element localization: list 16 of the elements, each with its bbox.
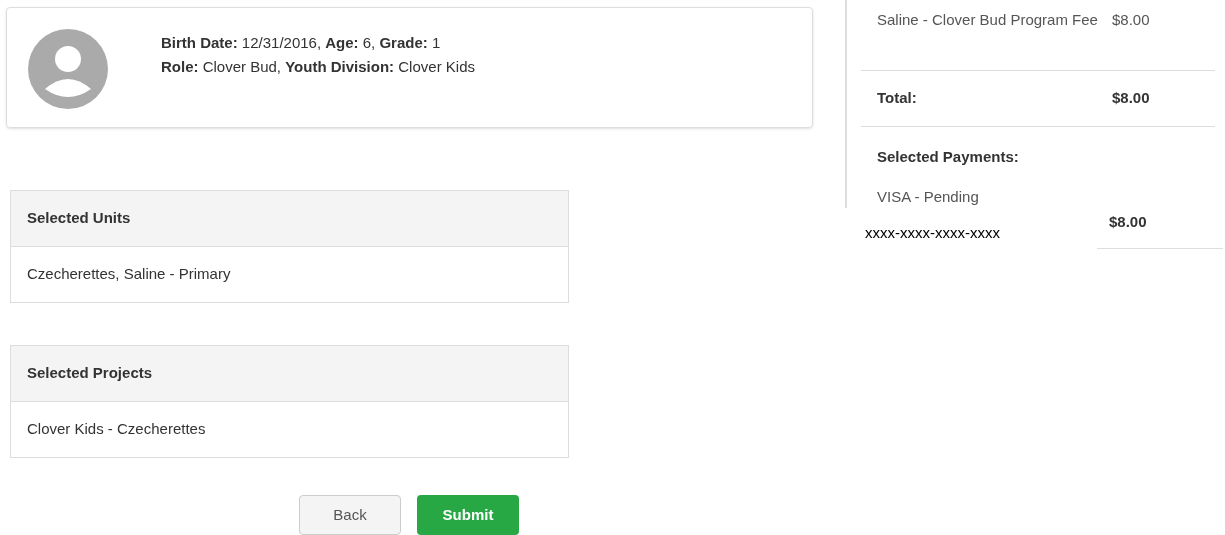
payments-heading: Selected Payments: xyxy=(876,147,1020,167)
back-button[interactable]: Back xyxy=(299,495,401,535)
card-number: xxxx-xxxx-xxxx-xxxx xyxy=(864,223,1001,243)
payment-method: VISA - Pending xyxy=(876,186,980,207)
avatar-icon xyxy=(28,29,108,109)
section-header: Selected Units xyxy=(11,191,568,247)
payment-amount: $8.00 xyxy=(1097,208,1223,249)
total-label: Total: xyxy=(877,88,918,109)
section-body: Czecherettes, Saline - Primary xyxy=(26,264,232,285)
section-header: Selected Projects xyxy=(11,346,568,402)
profile-detail: Birth Date: 12/31/2016, Age: 6, Grade: 1 xyxy=(161,33,442,53)
total-amount: $8.00 xyxy=(1112,88,1150,109)
section-body: Clover Kids - Czecherettes xyxy=(26,419,207,440)
profile-detail: Role: Clover Bud, Youth Division: Clover Kids xyxy=(161,57,475,77)
fee-label: Saline - Clover Bud Program Fee xyxy=(877,10,1099,30)
fee-amount: $8.00 xyxy=(1112,10,1150,30)
